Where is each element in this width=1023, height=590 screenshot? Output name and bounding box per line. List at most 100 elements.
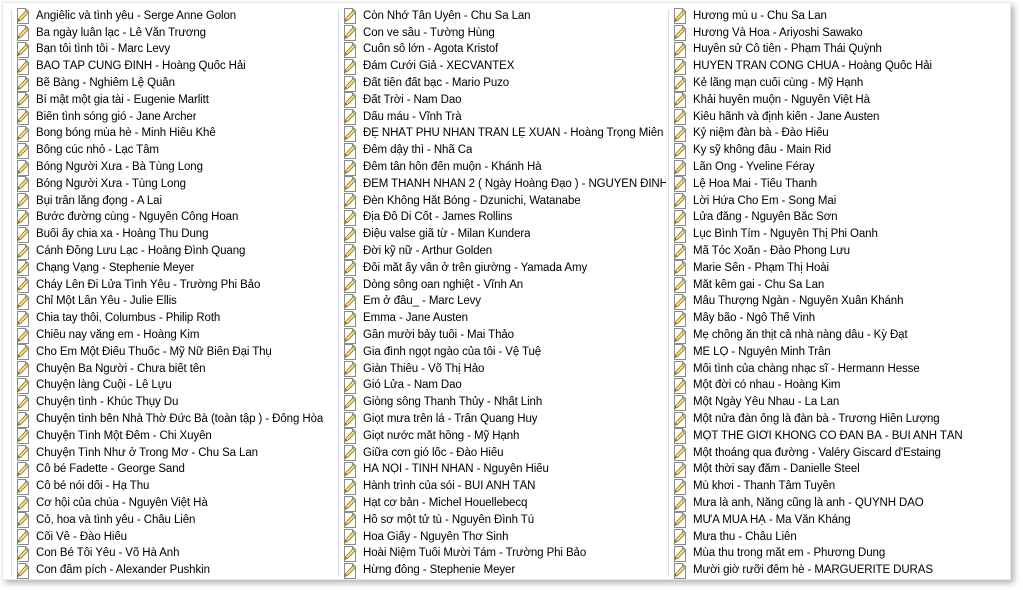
list-item[interactable]: Còn Nhớ Tân Uyên - Chu Sa Lan: [338, 8, 666, 25]
list-item[interactable]: Cõi Về - Đào Hiếu: [11, 529, 336, 546]
list-item[interactable]: Một thời say đắm - Danielle Steel: [668, 461, 1010, 479]
list-item[interactable]: Hoa Giấy - Nguyễn Thơ Sinh: [338, 529, 666, 546]
list-item[interactable]: Kẻ lãng mạn cuối cùng - Mỹ Hạnh: [668, 75, 1010, 92]
list-item[interactable]: Đời kỹ nữ - Arthur Golden: [338, 243, 666, 260]
list-item[interactable]: Chuyện Tình Một Đêm - Chi Xuyên: [11, 428, 336, 445]
list-item[interactable]: MỘT THẾ GIỚI KHÔNG CÓ ĐÀN BÀ - BÙI ANH T…: [668, 428, 1010, 445]
list-item[interactable]: Bụi trần lắng đọng - A Lai: [11, 193, 336, 210]
list-item[interactable]: Mắt kềm gai - Chu Sa Lan: [668, 277, 1010, 294]
list-item[interactable]: Đèn Không Hắt Bóng - Dzunichi, Watanabe: [338, 193, 666, 210]
list-item[interactable]: Lãn Ông - Yveline Féray: [668, 159, 1010, 176]
list-item[interactable]: Mưa thu - Châu Liên: [668, 529, 1010, 546]
list-item[interactable]: Lệ Hoa Mai - Tiểu Thanh: [668, 176, 1010, 193]
list-item[interactable]: Bẽ Bàng - Nghiêm Lệ Quân: [11, 75, 336, 92]
list-item[interactable]: Angiêlic và tình yêu - Serge Anne Golon: [11, 8, 336, 25]
list-item[interactable]: Giòng sông Thanh Thủy - Nhất Linh: [338, 394, 666, 411]
list-item[interactable]: Mây bão - Ngô Thế Vinh: [668, 310, 1010, 327]
list-item[interactable]: Hừng đông - Stephenie Meyer: [338, 562, 666, 579]
file-list-view[interactable]: Angiêlic và tình yêu - Serge Anne Golon …: [3, 3, 1010, 579]
list-item[interactable]: Khải huyền muộn - Nguyễn Việt Hà: [668, 92, 1010, 109]
list-item[interactable]: Hương mù u - Chu Sa Lan: [668, 8, 1010, 25]
list-item[interactable]: Con Bé Tôi Yêu - Võ Hà Anh: [11, 545, 336, 563]
list-item[interactable]: Con ve sầu - Tường Hùng: [338, 25, 666, 42]
list-item[interactable]: Em ở đâu_ - Marc Levy: [338, 293, 666, 311]
list-item[interactable]: MÊ LỘ - Nguyễn Minh Trân: [668, 344, 1010, 361]
list-item[interactable]: Dòng sông oan nghiệt - Vĩnh An: [338, 277, 666, 294]
list-item[interactable]: Mẫu Thượng Ngàn - Nguyễn Xuân Khánh: [668, 293, 1010, 311]
list-item[interactable]: Cánh Đồng Lưu Lạc - Hoàng Đình Quang: [11, 243, 336, 260]
list-item[interactable]: Hương Và Hoa - Ariyoshi Sawako: [668, 25, 1010, 42]
list-item[interactable]: Gần mười bảy tuổi - Mai Thảo: [338, 327, 666, 344]
list-item[interactable]: Chuyện Tình Như ở Trong Mơ - Chu Sa Lan: [11, 445, 336, 462]
list-item[interactable]: Ba ngày luân lạc - Lê Văn Trương: [11, 25, 336, 42]
list-item[interactable]: Kỷ niệm đàn bà - Đào Hiếu: [668, 125, 1010, 143]
list-item[interactable]: ĐÊM THÁNH NHÂN 2 ( Ngày Hoàng Đạo ) - NG…: [338, 176, 666, 193]
list-item[interactable]: Mưa là anh, Nắng cũng là anh - QUỲNH DAO: [668, 495, 1010, 512]
list-item[interactable]: Giàn Thiêu - Võ Thị Hảo: [338, 361, 666, 378]
list-item[interactable]: Một đời có nhau - Hoàng Kim: [668, 377, 1010, 395]
list-item[interactable]: Một nửa đàn ông là đàn bà - Trương Hiền …: [668, 411, 1010, 428]
list-item[interactable]: HUYỀN TRÂN CÔNG CHÚA - Hoàng Quốc Hải: [668, 58, 1010, 75]
list-item[interactable]: Điệu valse giã từ - Milan Kundera: [338, 226, 666, 243]
list-item[interactable]: Bong bóng mùa hè - Minh Hiểu Khê: [11, 125, 336, 143]
list-item[interactable]: Địa Đồ Di Cốt - James Rollins: [338, 209, 666, 227]
list-item[interactable]: Lời Hứa Cho Em - Song Mai: [668, 193, 1010, 210]
list-item[interactable]: Đôi mắt ấy vẫn ở trên giường - Yamada Am…: [338, 260, 666, 277]
list-item[interactable]: Chia tay thôi, Columbus - Philip Roth: [11, 310, 336, 327]
list-item[interactable]: Con đầm pích - Alexander Pushkin: [11, 562, 336, 579]
list-item[interactable]: Mùa thu trong mắt em - Phương Dung: [668, 545, 1010, 563]
list-item[interactable]: Đêm tân hôn đến muộn - Khánh Hà: [338, 159, 666, 176]
list-item[interactable]: Bước đường cùng - Nguyễn Công Hoan: [11, 209, 336, 227]
list-item[interactable]: MƯA MÙA HẠ - Ma Văn Kháng: [668, 512, 1010, 529]
list-item[interactable]: Chuyện tình bên Nhà Thờ Đức Bà (toàn tập…: [11, 411, 336, 428]
list-item[interactable]: Mười giờ rưỡi đêm hè - MARGUERITE DURAS: [668, 562, 1010, 579]
list-item[interactable]: Chuyện tình - Khúc Thụy Du: [11, 394, 336, 411]
list-item[interactable]: Mã Tóc Xoăn - Đào Phong Lưu: [668, 243, 1010, 260]
list-item[interactable]: ĐỆ NHẤT PHU NHÂN TRẦN LỆ XUÂN - Hoàng Tr…: [338, 125, 666, 143]
list-item[interactable]: Lửa đắng - Nguyễn Bắc Sơn: [668, 209, 1010, 227]
list-item[interactable]: Một thoáng qua đường - Valéry Giscard d'…: [668, 445, 1010, 462]
list-item[interactable]: Cơ hội của chúa - Nguyễn Việt Hà: [11, 495, 336, 512]
list-item[interactable]: Chiều nay vắng em - Hoàng Kim: [11, 327, 336, 344]
list-item[interactable]: Bí mật một gia tài - Eugenie Marlitt: [11, 92, 336, 109]
list-item[interactable]: Bạn tôi tình tôi - Marc Levy: [11, 41, 336, 59]
list-item[interactable]: Kiêu hãnh và định kiến - Jane Austen: [668, 109, 1010, 126]
list-item[interactable]: Biển tình sóng gió - Jane Archer: [11, 109, 336, 126]
list-item[interactable]: Cô bé Fadette - George Sand: [11, 461, 336, 479]
list-item[interactable]: Một Ngày Yêu Nhau - La Lan: [668, 394, 1010, 411]
list-item[interactable]: Hành trình của sói - BÙI ANH TẤN: [338, 478, 666, 495]
list-item[interactable]: Mù khơi - Thanh Tâm Tuyền: [668, 478, 1010, 495]
list-item[interactable]: Chuyện làng Cuội - Lê Lựu: [11, 377, 336, 395]
list-item[interactable]: Huyền sử Cô tiên - Phạm Thái Quỳnh: [668, 41, 1010, 59]
list-item[interactable]: Giọt mưa trên lá - Trần Quang Huy: [338, 411, 666, 428]
list-item[interactable]: HÀ NỘI - TÌNH NHÂN - Nguyễn Hiếu: [338, 461, 666, 479]
list-item[interactable]: Cuốn sổ lớn - Agota Kristof: [338, 41, 666, 59]
list-item[interactable]: Gió Lửa - Nam Dao: [338, 377, 666, 395]
list-item[interactable]: Bông cúc nhỏ - Lạc Tâm: [11, 142, 336, 159]
list-item[interactable]: Hồ sơ một tử tù - Nguyễn Đình Tú: [338, 512, 666, 529]
list-item[interactable]: Đất Trời - Nam Dao: [338, 92, 666, 109]
list-item[interactable]: Giọt nước mắt hồng - Mỹ Hạnh: [338, 428, 666, 445]
list-item[interactable]: Giữa cơn gió lốc - Đào Hiếu: [338, 445, 666, 462]
list-item[interactable]: Cỏ, hoa và tình yêu - Châu Liên: [11, 512, 336, 529]
list-item[interactable]: BÃO TÁP CUNG ĐÌNH - Hoàng Quốc Hải: [11, 58, 336, 75]
list-item[interactable]: Hạt cơ bản - Michel Houellebecq: [338, 495, 666, 512]
list-item[interactable]: Bóng Người Xưa - Tùng Long: [11, 176, 336, 193]
list-item[interactable]: Lục Bình Tím - Nguyễn Thị Phi Oanh: [668, 226, 1010, 243]
list-item[interactable]: Chạng Vạng - Stephenie Meyer: [11, 260, 336, 277]
list-item[interactable]: Chỉ Một Lần Yêu - Julie Ellis: [11, 293, 336, 311]
list-item[interactable]: Hoài Niệm Tuổi Mười Tám - Trường Phi Bảo: [338, 545, 666, 563]
list-item[interactable]: Mẹ chồng ăn thịt cả nhà nàng dâu - Kỳ Đạ…: [668, 327, 1010, 344]
list-item[interactable]: Cô bé nói dối - Hạ Thu: [11, 478, 336, 495]
list-item[interactable]: Emma - Jane Austen: [338, 310, 666, 327]
list-item[interactable]: Gia đình ngọt ngào của tôi - Vệ Tuệ: [338, 344, 666, 361]
list-item[interactable]: Ky sỹ không đầu - Main Rid: [668, 142, 1010, 159]
list-item[interactable]: Mối tình của chàng nhạc sĩ - Hermann Hes…: [668, 361, 1010, 378]
list-item[interactable]: Buổi ấy chia xa - Hoàng Thu Dung: [11, 226, 336, 243]
list-item[interactable]: Đêm dậy thì - Nhã Ca: [338, 142, 666, 159]
list-item[interactable]: Cháy Lên Đi Lửa Tình Yêu - Trường Phi Bả…: [11, 277, 336, 294]
list-item[interactable]: Bóng Người Xưa - Bà Tùng Long: [11, 159, 336, 176]
list-item[interactable]: Đất tiền đất bạc - Mario Puzo: [338, 75, 666, 92]
list-item[interactable]: Cho Em Một Điếu Thuốc - Mỹ Nữ Biển Đại T…: [11, 344, 336, 361]
list-item[interactable]: Dấu máu - Vĩnh Trà: [338, 109, 666, 126]
